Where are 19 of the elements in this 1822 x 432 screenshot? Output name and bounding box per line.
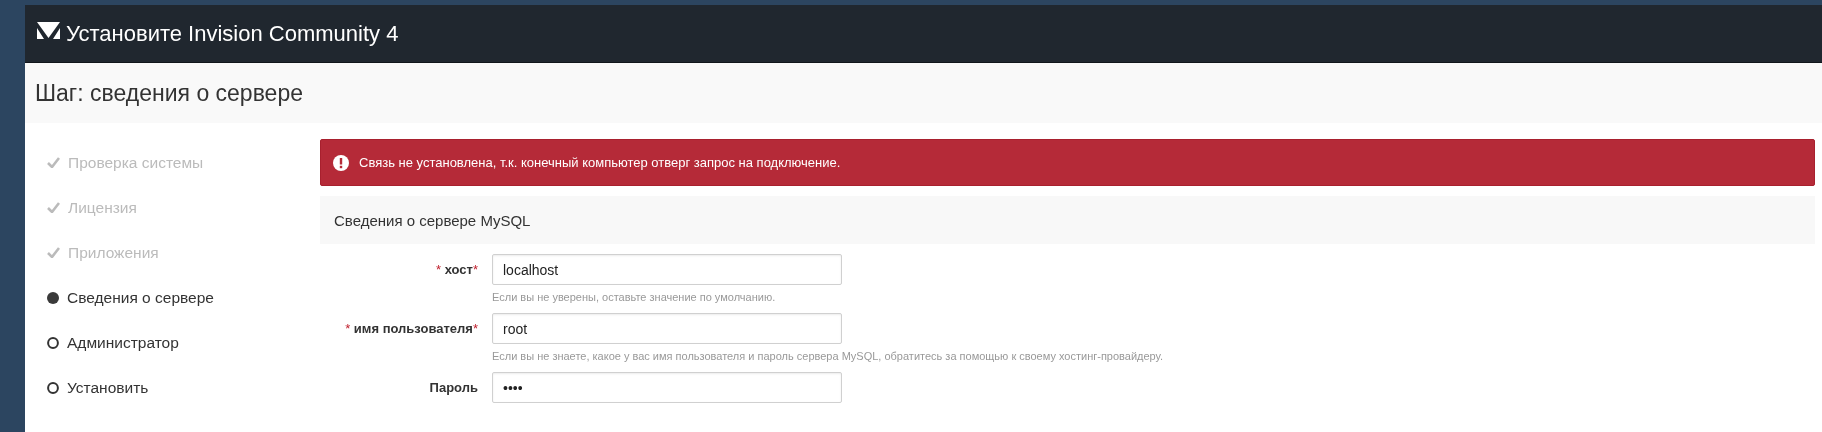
error-message: Связь не установлена, т.к. конечный компьютер отверг запрос на подключение. (359, 155, 841, 170)
input-field[interactable]: localhost (492, 254, 842, 285)
step-label: Сведения о сервере (67, 288, 214, 307)
field-label: * имя пользователя* (345, 321, 478, 338)
window-title: Установите Invision Community 4 (66, 20, 399, 47)
exclamation-icon (333, 154, 349, 171)
step-label: Проверка системы (68, 153, 204, 172)
field-label: * хост* (435, 262, 478, 279)
step-label: Администратор (67, 333, 179, 352)
field-hint: Если вы не уверены, оставьте значение по умолчанию. (492, 291, 777, 303)
step-label: Лицензия (68, 198, 137, 217)
input-field[interactable]: •••• (492, 372, 842, 403)
input-field[interactable]: root (492, 313, 842, 344)
section-title: Сведения о сервере MySQL (334, 211, 531, 229)
step-label: Приложения (68, 243, 159, 262)
field-hint: Если вы не знаете, какое у вас имя пользователя и пароль сервера MySQL, обратитесь за помощью к своему хостинг-провайдеру. (492, 350, 1164, 362)
field-label: Пароль (429, 380, 478, 397)
step-title: Шаг: сведения о сервере (35, 79, 303, 107)
step-label: Установить (67, 378, 149, 397)
